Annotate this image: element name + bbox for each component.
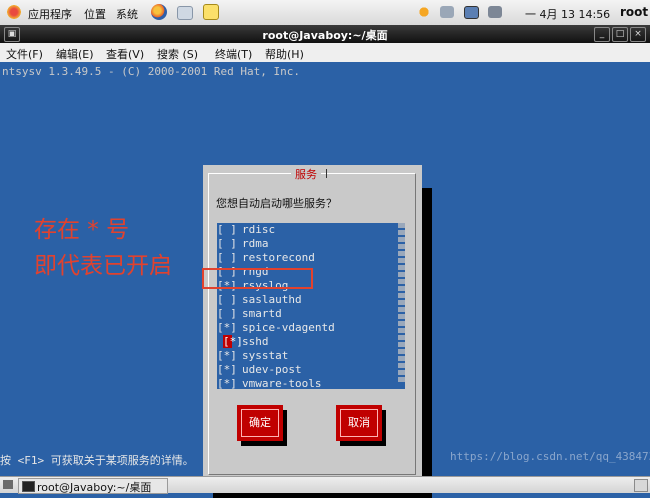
service-name: sysstat [242, 349, 289, 362]
show-desktop-icon[interactable] [3, 480, 13, 489]
service-name: restorecond [242, 251, 315, 264]
menu-view[interactable]: 查看(V) [106, 46, 144, 62]
ntsysv-header: ntsysv 1.3.49.5 - (C) 2000-2001 Red Hat,… [2, 65, 301, 78]
mail-icon[interactable] [177, 6, 193, 20]
service-item[interactable]: [*] vmware-tools [217, 377, 403, 390]
maximize-icon[interactable]: □ [612, 27, 628, 42]
notes-icon[interactable] [203, 4, 219, 20]
ok-button-border [241, 409, 279, 437]
service-name: rdisc [242, 223, 276, 236]
service-name: udev-post [242, 363, 302, 376]
user-menu[interactable]: root [620, 5, 648, 19]
taskbar-task-label: root@Javaboy:~/桌面 [37, 481, 152, 494]
dialog-prompt: 您想自动启动哪些服务？ [216, 197, 337, 210]
network-icon[interactable] [440, 6, 454, 18]
display-icon[interactable] [464, 6, 479, 19]
service-item[interactable]: [ ] rdisc [217, 223, 403, 236]
service-name: sshd [242, 335, 269, 348]
service-item[interactable]: [ ] rdma [217, 237, 403, 250]
top-panel: 应用程序 位置 系统 一 4月 13 14:56 root [0, 0, 650, 26]
services-list[interactable]: [ ] rdisc [ ] rdma [ ] restorecond [ ] rngd … [217, 223, 405, 390]
menu-file[interactable]: 文件(F) [6, 46, 43, 62]
service-name: spice-vdagentd [242, 321, 335, 334]
service-item-selected[interactable]: [*] sshd [217, 335, 403, 348]
service-item[interactable]: [ ] restorecond [217, 251, 403, 264]
service-name: rdma [242, 237, 269, 250]
gnome-foot-icon[interactable] [6, 4, 22, 20]
service-checkbox[interactable]: [*] [217, 377, 243, 390]
service-checkbox[interactable]: [ ] [217, 251, 243, 264]
minimize-icon[interactable]: _ [594, 27, 610, 42]
menu-bar: 文件(F) 编辑(E) 查看(V) 搜索 (S) 终端(T) 帮助(H) [0, 43, 650, 63]
services-dialog: 服务 您想自动启动哪些服务？ [ ] rdisc [ ] rdma [ ] resto… [203, 165, 422, 485]
service-item[interactable]: [*] udev-post [217, 363, 403, 376]
volume-icon[interactable] [488, 6, 502, 18]
annotation-highlight-box [202, 268, 313, 289]
service-item[interactable]: [ ] smartd [217, 307, 403, 320]
list-scrollbar[interactable] [398, 223, 405, 389]
cancel-button[interactable]: 取消 [336, 405, 382, 441]
dialog-title: 服务 [291, 166, 321, 182]
service-checkbox[interactable]: [ ] [217, 237, 243, 250]
annotation-line-2: 即代表已开启 [34, 253, 172, 279]
ntsysv-footer: 按 <F1> 可获取关于某项服务的详情。 [0, 454, 194, 467]
terminal-icon [22, 481, 35, 492]
close-icon[interactable]: × [630, 27, 646, 42]
service-item[interactable]: [*] spice-vdagentd [217, 321, 403, 334]
trash-icon[interactable] [634, 479, 648, 492]
service-item[interactable]: [ ] saslauthd [217, 293, 403, 306]
system-menu[interactable]: 系统 [116, 6, 138, 22]
service-item[interactable]: [*] sysstat [217, 349, 403, 362]
service-checkbox[interactable]: [*] [217, 349, 243, 362]
clock[interactable]: 一 4月 13 14:56 [525, 6, 610, 22]
applications-menu[interactable]: 应用程序 [28, 6, 72, 22]
service-name: vmware-tools [242, 377, 322, 390]
window-title: root@Javaboy:~/桌面 [262, 29, 388, 42]
places-menu[interactable]: 位置 [84, 6, 106, 22]
service-checkbox[interactable]: [ ] [217, 223, 243, 236]
menu-help[interactable]: 帮助(H) [265, 46, 304, 62]
menu-search[interactable]: 搜索 (S) [157, 46, 198, 62]
title-right-tick [326, 169, 327, 178]
service-checkbox[interactable]: [ ] [217, 307, 243, 320]
firefox-icon[interactable] [151, 4, 167, 20]
service-checkbox[interactable]: [ ] [217, 293, 243, 306]
ok-button[interactable]: 确定 [237, 405, 283, 441]
service-checkbox[interactable]: [*] [217, 363, 243, 376]
service-checkbox[interactable]: [*] [217, 321, 243, 334]
watermark: https://blog.csdn.net/qq_43847359 [450, 450, 650, 463]
window-titlebar: ▣ root@Javaboy:~/桌面 _ □ × [0, 25, 650, 43]
service-checkbox[interactable]: [*] [223, 335, 243, 348]
service-name: smartd [242, 307, 282, 320]
menu-edit[interactable]: 编辑(E) [56, 46, 94, 62]
annotation-line-1: 存在 * 号 [34, 217, 130, 243]
menu-terminal[interactable]: 终端(T) [215, 46, 252, 62]
update-icon[interactable] [416, 4, 432, 20]
bottom-taskbar: root@Javaboy:~/桌面 [0, 476, 650, 494]
terminal-area[interactable]: ntsysv 1.3.49.5 - (C) 2000-2001 Red Hat,… [0, 62, 650, 498]
cancel-button-border [340, 409, 378, 437]
service-name: saslauthd [242, 293, 302, 306]
